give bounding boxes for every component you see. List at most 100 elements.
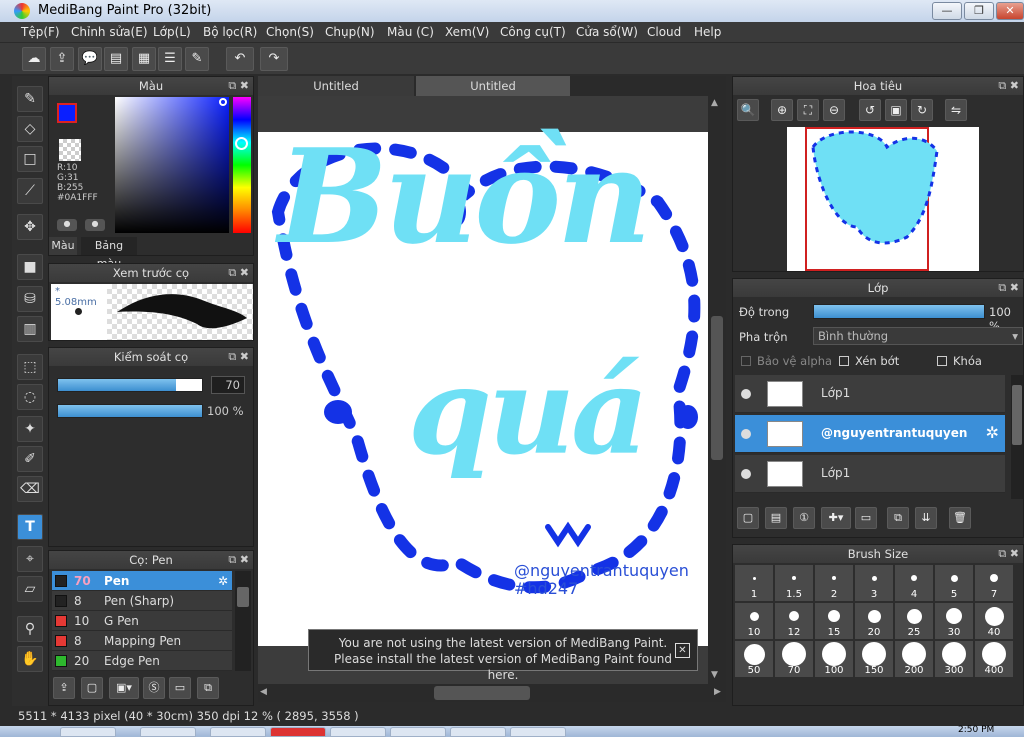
menu-edit[interactable]: Chỉnh sửa(E) xyxy=(71,25,148,39)
brush-tool-icon[interactable]: ✎ xyxy=(17,86,43,112)
scroll-down-icon[interactable]: ▼ xyxy=(711,670,718,680)
brush-size-cell[interactable]: 7 xyxy=(975,565,1013,601)
taskbar-app-2[interactable] xyxy=(140,727,196,737)
select-eraser-tool-icon[interactable]: ⌫ xyxy=(17,476,43,502)
brush-list-item[interactable]: 10 G Pen xyxy=(52,611,232,631)
brush-list-item[interactable]: 8 Mapping Pen xyxy=(52,631,232,651)
eye-icon[interactable] xyxy=(741,389,751,399)
operation-tool-icon[interactable]: ⌖ xyxy=(17,546,43,572)
menu-view[interactable]: Xem(V) xyxy=(445,25,489,39)
edit-list-icon[interactable]: ✎ xyxy=(185,47,209,71)
vertical-scrollbar[interactable]: ▲ ▼ xyxy=(708,96,726,686)
text-tool-icon[interactable]: T xyxy=(17,514,43,540)
rectangle-tool-icon[interactable]: □ xyxy=(17,146,43,172)
comment-icon[interactable]: ▤ xyxy=(104,47,128,71)
horizontal-scroll-thumb[interactable] xyxy=(434,686,530,700)
zoom-in-icon[interactable]: ⊕ xyxy=(771,99,793,121)
menu-filter[interactable]: Bộ lọc(R) xyxy=(203,25,257,39)
taskbar-app-3[interactable] xyxy=(210,727,266,737)
panel-controls-icon[interactable]: ⧉ ✖ xyxy=(228,551,249,569)
zoom-out-icon[interactable]: ⊖ xyxy=(823,99,845,121)
menu-color[interactable]: Màu (C) xyxy=(387,25,434,39)
update-notice[interactable]: You are not using the latest version of … xyxy=(308,629,698,682)
rotate-left-icon[interactable]: ↺ xyxy=(859,99,881,121)
redo-icon[interactable]: ↷ xyxy=(260,47,288,71)
panel-controls-icon[interactable]: ⧉ ✖ xyxy=(998,545,1019,563)
brush-size-cell[interactable]: 100 xyxy=(815,641,853,677)
taskbar-app-8[interactable] xyxy=(510,727,566,737)
new-layer-icon[interactable]: ▢ xyxy=(737,507,759,529)
gear-icon[interactable]: ✲ xyxy=(218,571,228,591)
brush-list-item[interactable]: 8 Pen (Sharp) xyxy=(52,591,232,611)
eye-icon[interactable] xyxy=(741,429,751,439)
layer-folder-icon[interactable]: ▭ xyxy=(855,507,877,529)
maximize-button[interactable]: ❐ xyxy=(964,2,994,20)
brush-size-cell[interactable]: 200 xyxy=(895,641,933,677)
brush-folder-icon[interactable]: ▭ xyxy=(169,677,191,699)
tab-untitled-2[interactable]: Untitled xyxy=(416,76,570,96)
blend-mode-select[interactable]: Bình thường ▾ xyxy=(813,327,1023,345)
foreground-color-swatch[interactable] xyxy=(57,103,77,123)
brush-size-cell[interactable]: 5 xyxy=(935,565,973,601)
undo-icon[interactable]: ↶ xyxy=(226,47,254,71)
drawing-canvas[interactable]: Buồn quá @nguyentrantuquyen #hd247 xyxy=(258,132,708,646)
brush-size-cell[interactable]: 150 xyxy=(855,641,893,677)
divide-tool-icon[interactable]: ▱ xyxy=(17,576,43,602)
move-tool-icon[interactable]: ✥ xyxy=(17,214,43,240)
palette-tab[interactable]: Bảng màu xyxy=(81,237,137,270)
cloud-icon[interactable]: ☁ xyxy=(22,47,46,71)
fit-screen-icon[interactable]: ⛶ xyxy=(797,99,819,121)
taskbar-app-6[interactable] xyxy=(390,727,446,737)
brush-size-cell[interactable]: 4 xyxy=(895,565,933,601)
gear-icon[interactable]: ✲ xyxy=(986,423,999,442)
scroll-up-icon[interactable]: ▲ xyxy=(711,98,718,108)
close-button[interactable]: ✕ xyxy=(996,2,1024,20)
fill-rect-tool-icon[interactable]: ■ xyxy=(17,254,43,280)
minimize-button[interactable]: — xyxy=(932,2,962,20)
layer-list-scrollbar[interactable] xyxy=(1011,375,1023,499)
transparent-swatch[interactable] xyxy=(59,139,81,161)
brush-size-slider[interactable] xyxy=(57,378,203,392)
canvas-viewport[interactable]: Buồn quá @nguyentrantuquyen #hd247 xyxy=(258,96,708,684)
merge-layer-icon[interactable]: ⇊ xyxy=(915,507,937,529)
magic-wand-tool-icon[interactable]: ✦ xyxy=(17,416,43,442)
dot-tool-icon[interactable]: ⟋ xyxy=(17,178,43,204)
taskbar-app-4[interactable] xyxy=(270,727,326,737)
palette-add-icon[interactable]: ● xyxy=(57,219,77,231)
brush-size-cell[interactable]: 15 xyxy=(815,603,853,639)
layer-1bit-icon[interactable]: ① xyxy=(793,507,815,529)
flip-icon[interactable]: ⇋ xyxy=(945,99,967,121)
brush-script-icon[interactable]: Ⓢ xyxy=(143,677,165,699)
document-icon[interactable]: ▦ xyxy=(132,47,156,71)
lasso-tool-icon[interactable]: ◌ xyxy=(17,384,43,410)
palette-remove-icon[interactable]: ● xyxy=(85,219,105,231)
brush-list-item[interactable]: 70 Pen ✲ xyxy=(52,571,232,591)
layer-row[interactable]: Lớp1 xyxy=(735,455,1005,493)
brush-size-cell[interactable]: 400 xyxy=(975,641,1013,677)
zoom-fit-icon[interactable]: 🔍 xyxy=(737,99,759,121)
brush-size-cell[interactable]: 25 xyxy=(895,603,933,639)
rotate-right-icon[interactable]: ↻ xyxy=(911,99,933,121)
vertical-scroll-thumb[interactable] xyxy=(711,316,723,460)
panel-controls-icon[interactable]: ⧉ ✖ xyxy=(228,77,249,95)
brush-size-cell[interactable]: 20 xyxy=(855,603,893,639)
layer-row[interactable]: Lớp1 xyxy=(735,375,1005,413)
speech-bubble-icon[interactable]: 💬 xyxy=(78,47,102,71)
brush-size-cell[interactable]: 2 xyxy=(815,565,853,601)
taskbar-app-5[interactable] xyxy=(330,727,386,737)
menu-help[interactable]: Help xyxy=(694,25,721,39)
upload-icon[interactable]: ⇪ xyxy=(50,47,74,71)
brush-list-item[interactable]: 20 Edge Pen xyxy=(52,651,232,671)
eraser-tool-icon[interactable]: ◇ xyxy=(17,116,43,142)
brush-size-cell[interactable]: 300 xyxy=(935,641,973,677)
brush-size-cell[interactable]: 1 xyxy=(735,565,773,601)
clipping-checkbox[interactable] xyxy=(839,356,849,366)
menu-cloud[interactable]: Cloud xyxy=(647,25,681,39)
brush-copy-icon[interactable]: ⧉ xyxy=(197,677,219,699)
select-rect-tool-icon[interactable]: ⬚ xyxy=(17,354,43,380)
scroll-left-icon[interactable]: ◀ xyxy=(260,687,267,697)
select-pen-tool-icon[interactable]: ✐ xyxy=(17,446,43,472)
menu-capture[interactable]: Chụp(N) xyxy=(325,25,375,39)
panel-controls-icon[interactable]: ⧉ ✖ xyxy=(228,264,249,282)
add-layer-dropdown-icon[interactable]: ✚▾ xyxy=(821,507,851,529)
